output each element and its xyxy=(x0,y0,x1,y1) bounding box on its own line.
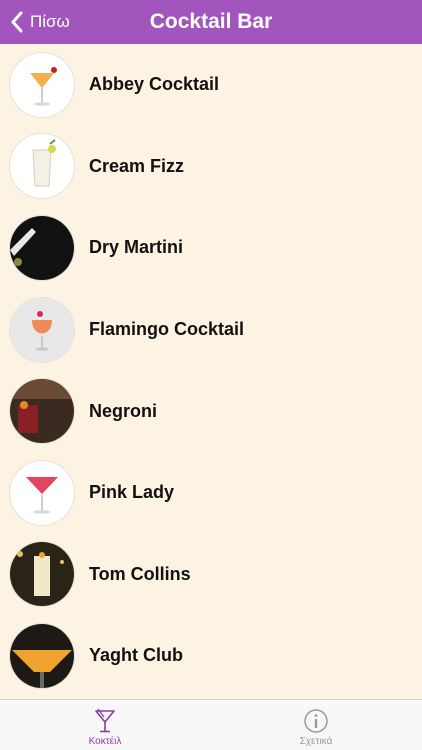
list-item-abbey-cocktail[interactable]: Abbey Cocktail xyxy=(0,44,422,126)
info-icon xyxy=(304,709,328,733)
list-item-yaght-club[interactable]: Yaght Club xyxy=(0,615,422,697)
list-item-pink-lady[interactable]: Pink Lady xyxy=(0,452,422,534)
list-item-cream-fizz[interactable]: Cream Fizz xyxy=(0,126,422,208)
tab-cocktails[interactable]: Κοκτέιλ xyxy=(35,700,175,750)
cocktail-name: Yaght Club xyxy=(89,645,183,666)
tab-bar: Κοκτέιλ Σχετικά xyxy=(0,699,422,750)
cocktail-photo-abbey xyxy=(10,52,74,117)
list-item-tom-collins[interactable]: Tom Collins xyxy=(0,534,422,616)
back-button[interactable]: Πίσω xyxy=(10,0,70,44)
tab-label: Σχετικά xyxy=(299,736,333,747)
cocktail-name: Cream Fizz xyxy=(89,155,185,176)
cocktail-photo-pink-lady xyxy=(10,460,74,525)
tab-label: Κοκτέιλ xyxy=(88,736,122,747)
cocktail-name: Tom Collins xyxy=(89,563,191,584)
cocktail-name: Pink Lady xyxy=(89,482,175,503)
tab-about[interactable]: Σχετικά xyxy=(246,700,386,750)
cocktail-list: Abbey Cocktail Cream Fizz Dry Martini Fl… xyxy=(0,44,422,697)
cocktail-photo-tom-collins xyxy=(10,542,74,607)
martini-glass-icon xyxy=(95,708,115,733)
list-item-negroni[interactable]: Negroni xyxy=(0,370,422,452)
cocktail-photo-cream-fizz xyxy=(10,134,74,199)
cocktail-name: Flamingo Cocktail xyxy=(89,319,245,340)
cocktail-photo-yacht-club xyxy=(10,623,74,688)
cocktail-name: Negroni xyxy=(89,400,158,421)
cocktail-name: Dry Martini xyxy=(89,237,184,258)
cocktail-photo-flamingo xyxy=(10,297,74,362)
cocktail-photo-dry-martini xyxy=(10,215,74,280)
cocktail-photo-negroni xyxy=(10,379,74,444)
chevron-left-icon xyxy=(11,11,23,33)
back-button-label: Πίσω xyxy=(30,12,70,31)
navigation-bar: Πίσω Cocktail Bar xyxy=(0,0,422,44)
list-item-dry-martini[interactable]: Dry Martini xyxy=(0,207,422,289)
cocktail-name: Abbey Cocktail xyxy=(89,74,220,95)
list-item-flamingo-cocktail[interactable]: Flamingo Cocktail xyxy=(0,289,422,371)
